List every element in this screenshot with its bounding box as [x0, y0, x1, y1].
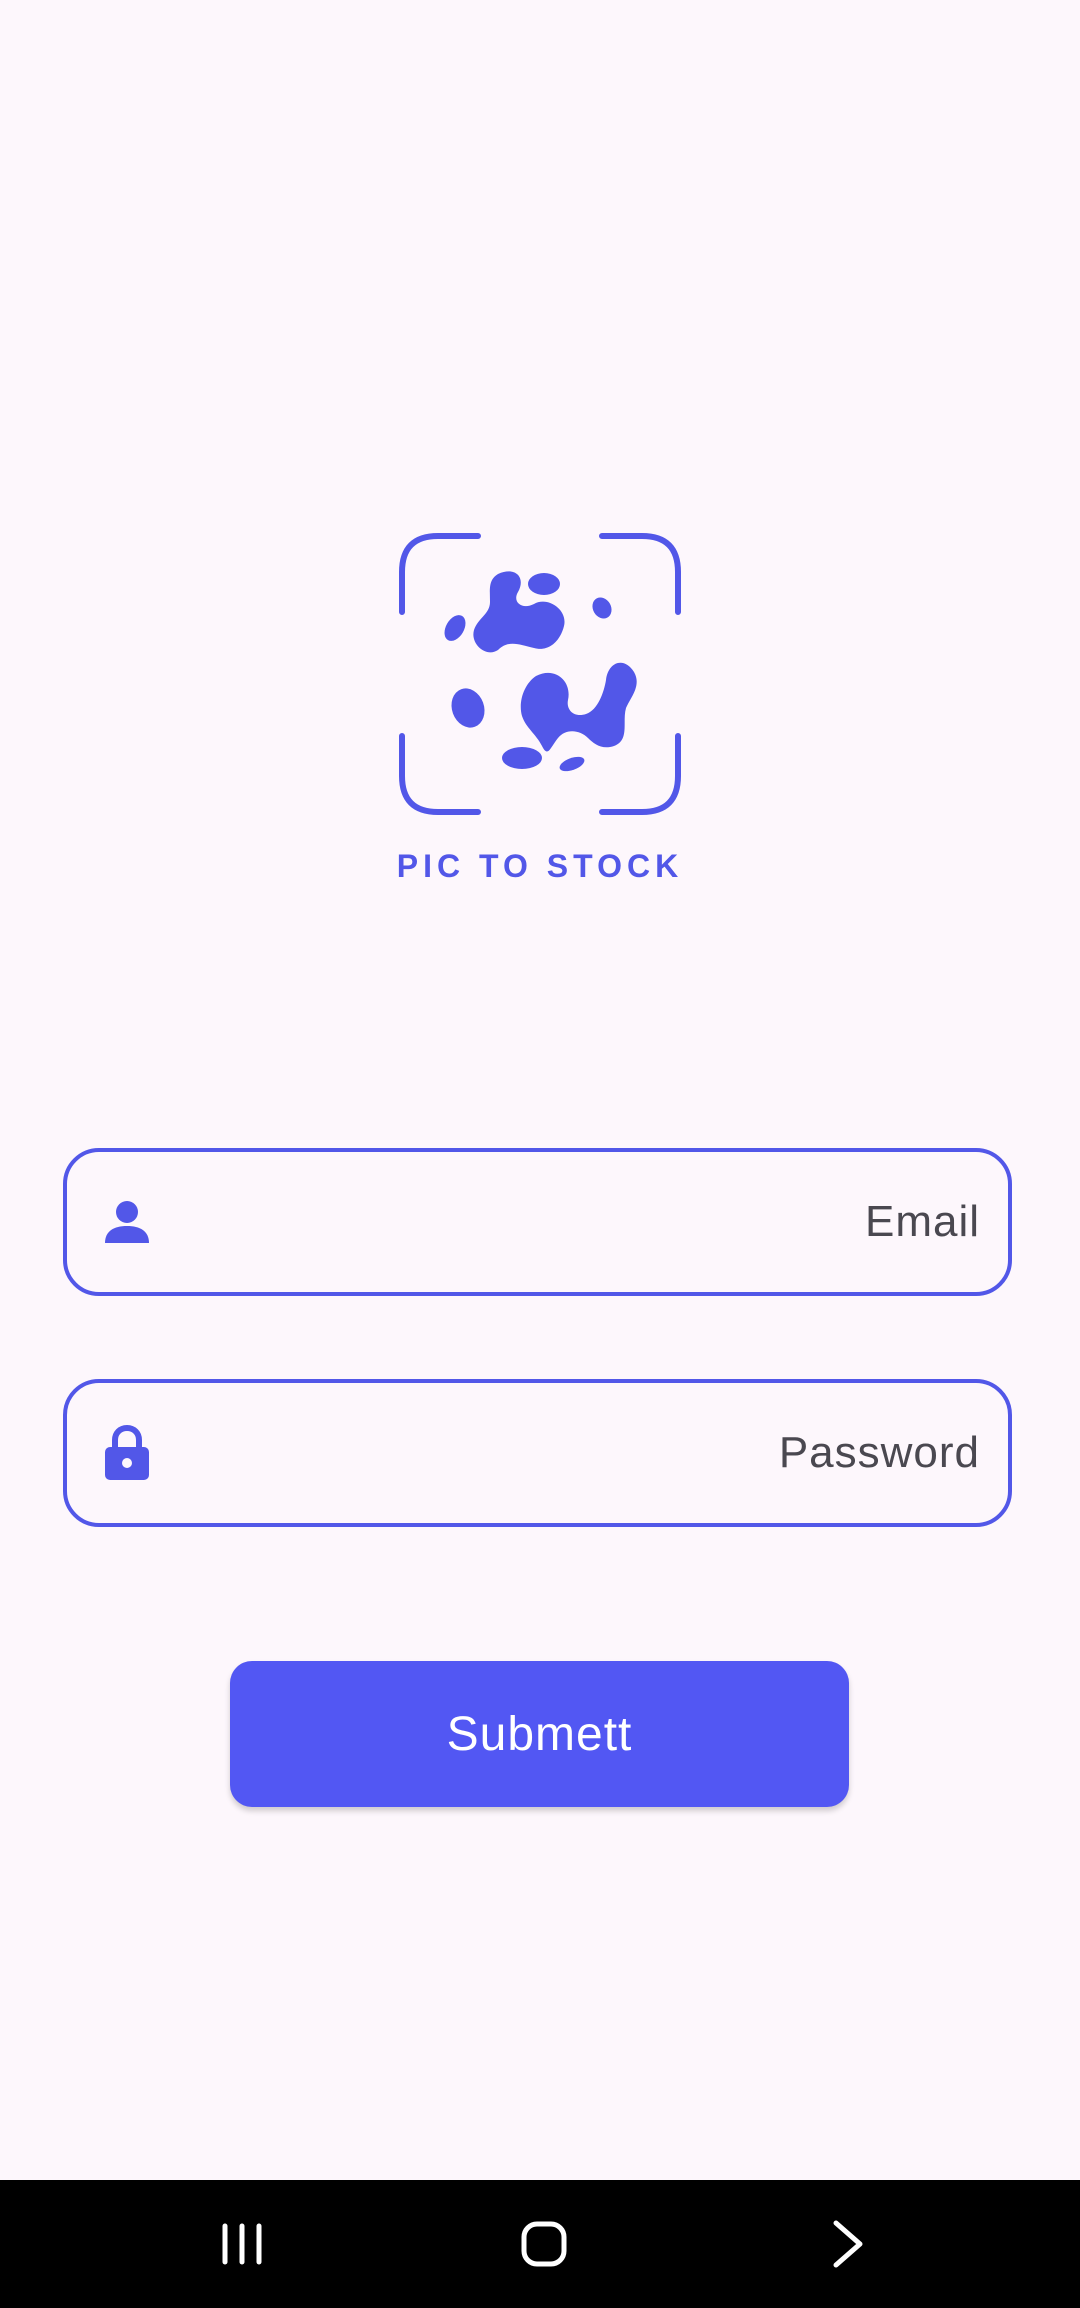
recents-button[interactable] — [162, 2180, 322, 2308]
lock-icon — [103, 1425, 151, 1481]
email-field[interactable] — [63, 1148, 1012, 1296]
person-icon — [103, 1194, 151, 1250]
back-button[interactable] — [768, 2180, 928, 2308]
home-button[interactable] — [464, 2180, 624, 2308]
system-navigation-bar — [0, 2180, 1080, 2308]
password-input[interactable] — [177, 1383, 980, 1523]
submit-button[interactable]: Submett — [230, 1661, 849, 1807]
pic-to-stock-logo-icon — [399, 533, 681, 815]
home-icon — [521, 2221, 567, 2267]
email-input[interactable] — [177, 1152, 980, 1292]
password-field[interactable] — [63, 1379, 1012, 1527]
recents-icon — [222, 2223, 262, 2265]
brand-name: PIC TO STOCK — [396, 848, 684, 884]
chevron-right-icon — [833, 2220, 863, 2268]
